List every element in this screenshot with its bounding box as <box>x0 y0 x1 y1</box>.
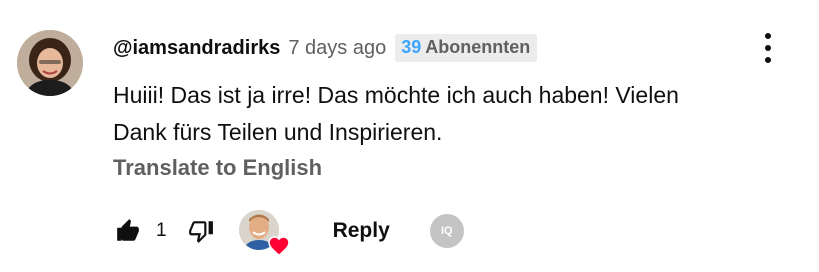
menu-dot <box>765 57 771 63</box>
comment-time[interactable]: 7 days ago <box>288 37 386 60</box>
menu-dot <box>765 33 771 39</box>
heart-icon <box>267 236 290 256</box>
avatar-image <box>17 30 83 96</box>
menu-dot <box>765 45 771 51</box>
subscriber-badge: 39 Abonennten <box>395 34 538 62</box>
subscriber-count: 39 <box>401 37 422 57</box>
like-count: 1 <box>156 220 167 241</box>
thumb-up-icon[interactable] <box>110 213 146 249</box>
thumb-down-glyph <box>188 221 213 243</box>
iq-label: IQ <box>440 225 453 237</box>
more-options-icon[interactable] <box>754 28 782 68</box>
comment-header: @iamsandradirks 7 days ago 39 Abonennten <box>113 34 538 62</box>
reply-button[interactable]: Reply <box>329 213 394 249</box>
iq-badge-icon[interactable]: IQ <box>429 214 464 248</box>
comment-actions: 1 Reply IQ <box>110 207 464 256</box>
translate-link[interactable]: Translate to English <box>113 155 322 181</box>
author-name[interactable]: @iamsandradirks <box>113 37 280 60</box>
thumb-down-icon[interactable] <box>183 213 219 249</box>
comment-thread: @iamsandradirks 7 days ago 39 Abonennten… <box>0 0 819 272</box>
thumb-up-glyph <box>117 219 139 241</box>
comment-text-line: Dank fürs Teilen und Inspirieren. <box>113 119 443 145</box>
subscriber-label: Abonennten <box>425 37 531 57</box>
comment-text-line: Huiii! Das ist ja irre! Das möchte ich a… <box>113 82 679 108</box>
comment-text: Huiii! Das ist ja irre! Das möchte ich a… <box>113 77 773 151</box>
creator-heart-badge <box>238 208 290 256</box>
author-avatar[interactable] <box>17 30 83 96</box>
